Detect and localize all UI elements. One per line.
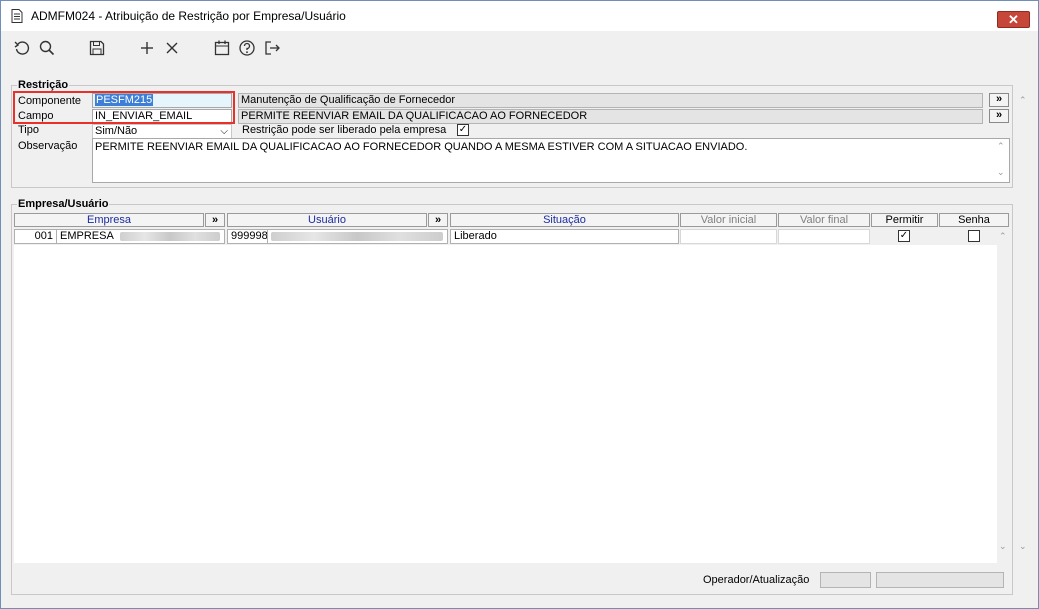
table-cell-usuario-name[interactable]	[267, 229, 448, 244]
redacted-block	[271, 231, 443, 241]
empresa-usuario-group-label: Empresa/Usuário	[17, 198, 110, 210]
tipo-label: Tipo	[18, 124, 39, 136]
redacted-block	[120, 231, 221, 241]
column-header-empresa[interactable]: Empresa	[14, 213, 204, 227]
save-icon[interactable]	[88, 39, 106, 57]
title-bar: ADMFM024 - Atribuição de Restrição por E…	[1, 1, 1038, 31]
undo-icon[interactable]	[13, 39, 31, 57]
chevron-down-icon: ⌵	[220, 126, 228, 137]
column-header-permitir[interactable]: Permitir	[871, 213, 938, 227]
grid-body	[14, 245, 997, 563]
liberado-checkbox[interactable]: ✓	[457, 124, 469, 136]
table-cell-usuario-code[interactable]: 999998	[227, 229, 268, 244]
observacao-label: Observação	[18, 140, 78, 152]
calendar-icon[interactable]	[213, 39, 231, 57]
app-window: ADMFM024 - Atribuição de Restrição por E…	[0, 0, 1039, 609]
tipo-select[interactable]: Sim/Não ⌵	[92, 124, 232, 139]
campo-description: PERMITE REENVIAR EMAIL DA QUALIFICACAO A…	[238, 109, 983, 124]
atualizacao-field	[876, 572, 1004, 588]
componente-more-button[interactable]: »	[989, 93, 1009, 107]
table-cell-situacao[interactable]: Liberado	[450, 229, 679, 244]
liberado-label: Restrição pode ser liberado pela empresa	[242, 124, 447, 136]
table-cell-empresa-name[interactable]: EMPRESA	[57, 229, 225, 244]
add-icon[interactable]	[138, 39, 156, 57]
page-scroll-up-icon[interactable]: ⌃	[1019, 95, 1027, 106]
window-title: ADMFM024 - Atribuição de Restrição por E…	[31, 9, 346, 23]
restricao-group-label: Restrição	[17, 79, 70, 91]
help-icon[interactable]	[238, 39, 256, 57]
operador-field	[820, 572, 871, 588]
document-icon	[11, 9, 23, 23]
usuario-more-button[interactable]: »	[428, 213, 448, 227]
observacao-textarea[interactable]: PERMITE REENVIAR EMAIL DA QUALIFICACAO A…	[92, 138, 1010, 183]
permitir-checkbox[interactable]: ✓	[898, 230, 910, 242]
column-header-valor-inicial[interactable]: Valor inicial	[680, 213, 777, 227]
page-scroll-down-icon[interactable]: ⌄	[1019, 541, 1027, 552]
grid-scroll-down-icon[interactable]: ⌄	[999, 541, 1007, 552]
close-button[interactable]: ✕	[997, 11, 1030, 28]
delete-icon[interactable]	[163, 39, 181, 57]
column-header-valor-final[interactable]: Valor final	[778, 213, 870, 227]
column-header-usuario[interactable]: Usuário	[227, 213, 427, 227]
scroll-down-icon[interactable]: ⌄	[997, 167, 1005, 178]
exit-icon[interactable]	[263, 39, 281, 57]
senha-checkbox[interactable]	[968, 230, 980, 242]
operador-atualizacao-label: Operador/Atualização	[703, 574, 810, 586]
componente-description: Manutenção de Qualificação de Fornecedor	[238, 93, 983, 108]
column-header-situacao[interactable]: Situação	[450, 213, 679, 227]
campo-more-button[interactable]: »	[989, 109, 1009, 123]
search-icon[interactable]	[38, 39, 56, 57]
column-header-senha[interactable]: Senha	[939, 213, 1009, 227]
toolbar	[1, 31, 1038, 67]
table-cell-valor-final[interactable]	[778, 229, 870, 244]
scroll-up-icon[interactable]: ⌃	[997, 141, 1005, 152]
empresa-more-button[interactable]: »	[205, 213, 225, 227]
grid-scroll-up-icon[interactable]: ⌃	[999, 231, 1007, 242]
table-cell-empresa-code[interactable]: 001	[14, 229, 57, 244]
highlight-box	[13, 91, 235, 124]
table-cell-valor-inicial[interactable]	[680, 229, 777, 244]
